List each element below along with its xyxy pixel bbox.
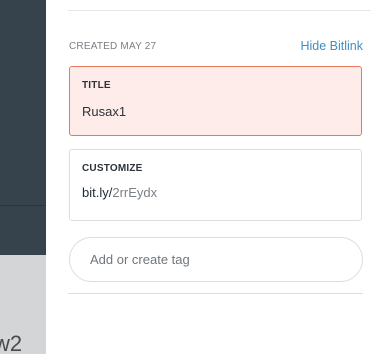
background-divider [0,205,46,206]
title-field[interactable]: TITLE Rusax1 [69,66,362,136]
title-field-label: TITLE [82,80,111,91]
short-slug[interactable]: 2rrEydx [112,185,157,200]
customize-field-label: CUSTOMIZE [82,163,143,174]
created-date-label: CREATED MAY 27 [69,40,157,52]
panel-top-divider [68,10,371,11]
customize-field[interactable]: CUSTOMIZE bit.ly/2rrEydx [69,149,362,221]
hide-bitlink-link[interactable]: Hide Bitlink [300,39,363,53]
panel-bottom-divider [68,293,363,294]
panel-meta-row: CREATED MAY 27 Hide Bitlink [69,38,363,54]
short-domain: bit.ly/ [82,185,113,200]
background-partial-text: w2 [0,331,23,354]
background-dark-region [0,0,46,255]
tag-input[interactable]: Add or create tag [69,237,363,282]
bitlink-edit-view: w2 CREATED MAY 27 Hide Bitlink TITLE Rus… [0,0,371,354]
title-field-value[interactable]: Rusax1 [82,104,349,119]
bitlink-edit-panel: CREATED MAY 27 Hide Bitlink TITLE Rusax1… [46,0,371,354]
background-page: w2 [0,0,46,354]
customize-field-value[interactable]: bit.ly/2rrEydx [82,185,349,200]
tag-input-placeholder: Add or create tag [90,252,190,267]
